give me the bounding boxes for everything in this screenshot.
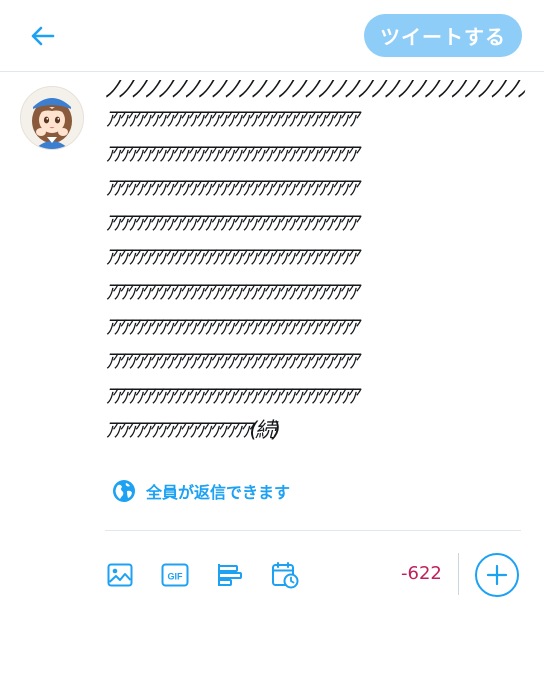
- divider: [105, 530, 521, 531]
- plus-icon: [487, 565, 507, 585]
- character-counter: -622: [401, 563, 442, 584]
- arrow-left-icon: [31, 26, 55, 46]
- compose-line: ｱｱｱｱｱｱｱｱｱｱｱｱｱｱｱｱｱｱｱｱｱｱｱｱｱｱｱｱｱｱｱｱｱ: [105, 176, 359, 201]
- tweet-button[interactable]: ツイートする: [364, 14, 522, 57]
- compose-line: ｱｱｱｱｱｱｱｱｱｱｱｱｱｱｱｱｱｱｱｱｱｱｱｱｱｱｱｱｱｱｱｱｱ: [105, 245, 359, 270]
- add-poll-button[interactable]: [216, 561, 244, 589]
- image-icon: [107, 563, 133, 587]
- compose-line: ｱｱｱｱｱｱｱｱｱｱｱｱｱｱｱｱｱｱｱｱｱｱｱｱｱｱｱｱｱｱｱｱｱ: [105, 210, 359, 235]
- schedule-icon: [272, 562, 299, 589]
- poll-icon: [218, 564, 242, 586]
- compose-line: ｱｱｱｱｱｱｱｱｱｱｱｱｱｱｱｱｱｱｱｱｱｱｱｱｱｱｱｱｱｱｱｱｱ: [105, 314, 359, 339]
- top-bar: ツイートする: [0, 0, 544, 72]
- tweet-compose-text[interactable]: ﾉﾉﾉﾉﾉﾉﾉﾉﾉﾉﾉﾉﾉﾉﾉﾉﾉﾉﾉﾉﾉﾉﾉﾉﾉﾉﾉﾉﾉﾉﾉﾉ ｱｱｱｱｱｱｱ…: [103, 80, 527, 448]
- add-tweet-button[interactable]: [475, 553, 519, 597]
- gif-icon: GIF: [161, 563, 189, 587]
- compose-line: ﾉﾉﾉﾉﾉﾉﾉﾉﾉﾉﾉﾉﾉﾉﾉﾉﾉﾉﾉﾉﾉﾉﾉﾉﾉﾉﾉﾉﾉﾉﾉﾉ: [103, 80, 527, 102]
- reply-setting-label: 全員が返信できます: [146, 483, 291, 502]
- reply-setting-button[interactable]: 全員が返信できます: [112, 479, 290, 503]
- compose-line: ｱｱｱｱｱｱｱｱｱｱｱｱｱｱｱｱｱｱｱ(続): [105, 418, 281, 443]
- compose-line: ｱｱｱｱｱｱｱｱｱｱｱｱｱｱｱｱｱｱｱｱｱｱｱｱｱｱｱｱｱｱｱｱｱ: [105, 107, 359, 131]
- compose-line: ｱｱｱｱｱｱｱｱｱｱｱｱｱｱｱｱｱｱｱｱｱｱｱｱｱｱｱｱｱｱｱｱｱ: [105, 141, 359, 166]
- avatar[interactable]: [20, 86, 84, 150]
- avatar-illustration: [21, 87, 83, 149]
- toolbar-separator: [458, 553, 459, 595]
- compose-line: ｱｱｱｱｱｱｱｱｱｱｱｱｱｱｱｱｱｱｱｱｱｱｱｱｱｱｱｱｱｱｱｱｱ: [105, 383, 359, 408]
- schedule-button[interactable]: [271, 561, 299, 589]
- add-gif-button[interactable]: GIF: [161, 561, 189, 589]
- globe-icon: [113, 480, 135, 502]
- svg-text:GIF: GIF: [168, 572, 184, 582]
- compose-line: ｱｱｱｱｱｱｱｱｱｱｱｱｱｱｱｱｱｱｱｱｱｱｱｱｱｱｱｱｱｱｱｱｱ: [105, 279, 359, 304]
- back-button[interactable]: [22, 18, 62, 54]
- compose-line: ｱｱｱｱｱｱｱｱｱｱｱｱｱｱｱｱｱｱｱｱｱｱｱｱｱｱｱｱｱｱｱｱｱ: [105, 349, 359, 374]
- add-image-button[interactable]: [106, 561, 134, 589]
